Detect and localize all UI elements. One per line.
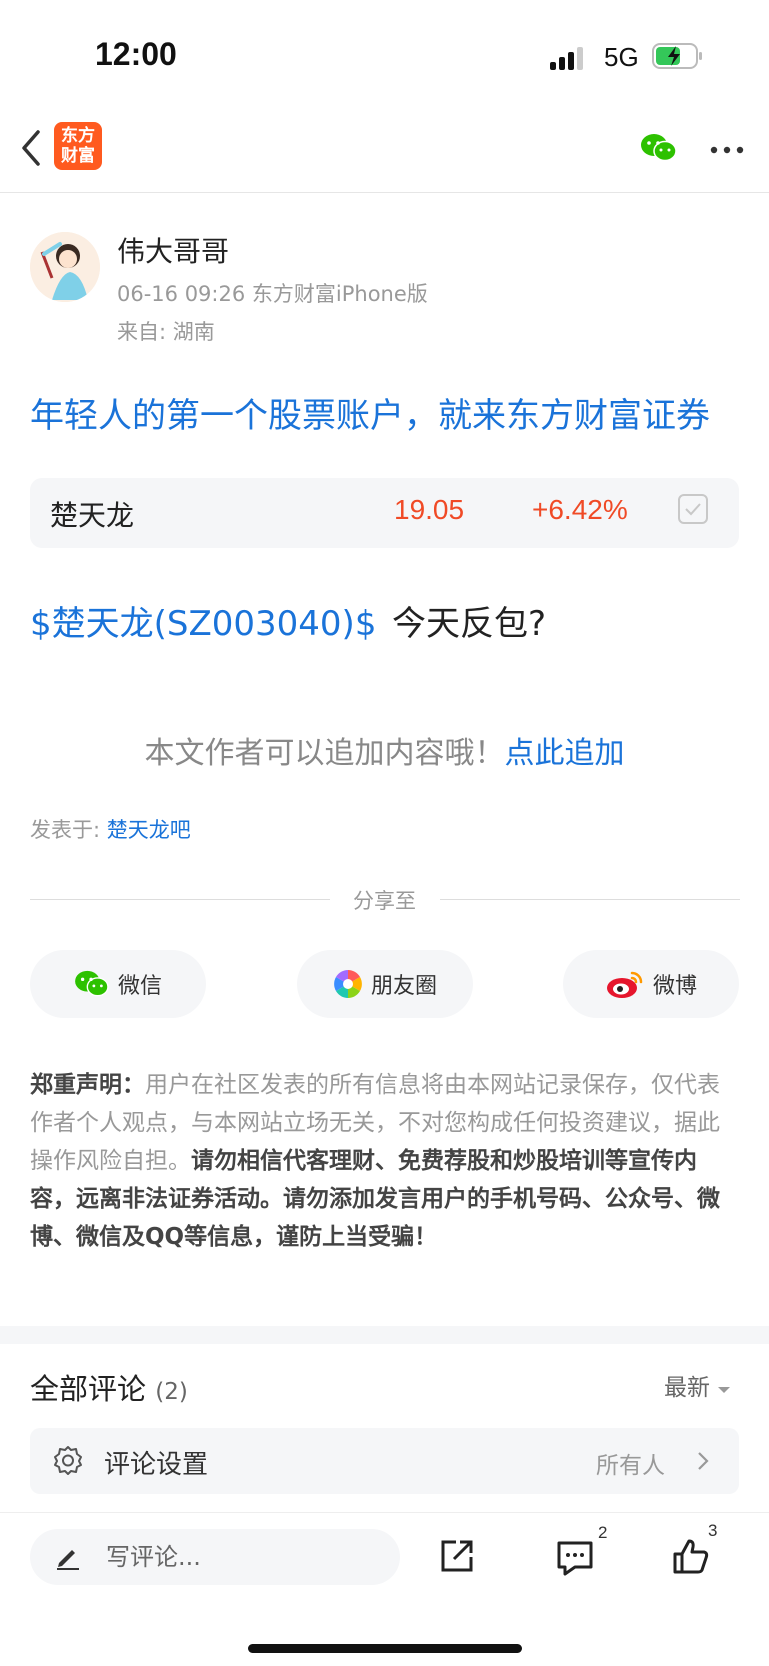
- sort-dropdown[interactable]: 最新: [664, 1368, 731, 1402]
- comments-count: (2): [155, 1379, 188, 1405]
- comments-title-text: 全部评论: [30, 1372, 147, 1406]
- stock-price: 19.05: [394, 494, 465, 525]
- stock-name: 楚天龙: [50, 499, 135, 532]
- comment-settings-value: 所有人: [596, 1453, 665, 1479]
- share-weibo-button[interactable]: 微博: [563, 950, 739, 1018]
- signal-icon: [550, 47, 583, 70]
- comment-input[interactable]: 写评论...: [30, 1529, 400, 1585]
- wechat-icon: [75, 970, 109, 997]
- comments-title: 全部评论 (2): [30, 1366, 188, 1408]
- disclaimer-heading: 郑重声明：: [30, 1072, 145, 1098]
- moments-icon: [334, 970, 362, 998]
- posted-in-label: 发表于:: [30, 818, 101, 842]
- status-time: 12:00: [95, 36, 177, 72]
- home-indicator: [248, 1644, 522, 1653]
- check-mark: [685, 503, 701, 516]
- disclaimer: 郑重声明：用户在社区发表的所有信息将由本网站记录保存，仅代表作者个人观点，与本网…: [30, 1066, 742, 1256]
- avatar-image: [30, 232, 100, 302]
- append-prompt: 本文作者可以追加内容哦！: [144, 736, 505, 771]
- more-icon[interactable]: [710, 146, 744, 154]
- network-label: 5G: [604, 42, 639, 72]
- author-name[interactable]: 伟大哥哥: [117, 230, 229, 270]
- share-icon[interactable]: [438, 1537, 476, 1575]
- checkbox-icon[interactable]: [678, 494, 708, 524]
- logo-line-2: 财富: [61, 146, 95, 166]
- section-gap: [0, 1326, 769, 1344]
- back-arrow-icon[interactable]: [18, 128, 44, 168]
- stock-card[interactable]: 楚天龙 19.05 +6.42%: [30, 478, 739, 548]
- comment-settings-row[interactable]: 评论设置 所有人: [30, 1428, 739, 1494]
- bottom-bar: 写评论... 2 3: [0, 1512, 769, 1666]
- nav-divider: [0, 192, 769, 193]
- comment-icon[interactable]: [555, 1539, 595, 1577]
- pencil-icon: [57, 1550, 79, 1570]
- share-title: 分享至: [353, 889, 416, 913]
- like-icon[interactable]: [671, 1537, 711, 1577]
- comment-placeholder: 写评论...: [106, 1543, 201, 1571]
- battery-icon: [652, 43, 702, 69]
- gear-icon: [54, 1446, 82, 1475]
- sort-label: 最新: [664, 1375, 710, 1401]
- share-moments-label: 朋友圈: [370, 974, 437, 999]
- comment-settings-label: 评论设置: [104, 1450, 209, 1480]
- share-divider-right: [440, 899, 740, 900]
- post-meta: 06-16 09:26 东方财富iPhone版: [117, 282, 428, 306]
- wechat-icon[interactable]: [640, 132, 678, 164]
- chevron-right-icon: [698, 1452, 709, 1470]
- posted-in: 发表于: 楚天龙吧: [30, 814, 191, 844]
- like-count-badge: 3: [708, 1521, 718, 1540]
- share-wechat-label: 微信: [117, 974, 162, 999]
- post-location: 来自: 湖南: [117, 320, 215, 344]
- comment-count-badge: 2: [598, 1523, 608, 1542]
- share-wechat-button[interactable]: 微信: [30, 950, 206, 1018]
- ad-link[interactable]: 年轻人的第一个股票账户，就来东方财富证券: [30, 388, 710, 437]
- avatar[interactable]: [30, 232, 100, 302]
- append-row: 本文作者可以追加内容哦！点此追加: [0, 728, 769, 772]
- post-text: 今天反包?: [392, 604, 547, 644]
- share-weibo-label: 微博: [652, 974, 697, 999]
- weibo-icon: [606, 971, 643, 998]
- stock-change: +6.42%: [532, 494, 628, 525]
- logo-line-1: 东方: [61, 126, 95, 146]
- app-logo[interactable]: 东方 财富: [54, 122, 102, 170]
- chevron-down-icon: [718, 1387, 731, 1393]
- share-moments-button[interactable]: 朋友圈: [297, 950, 473, 1018]
- bar-link[interactable]: 楚天龙吧: [107, 818, 191, 842]
- stock-tag-link[interactable]: $楚天龙(SZ003040)$: [30, 596, 376, 645]
- append-link[interactable]: 点此追加: [505, 736, 625, 771]
